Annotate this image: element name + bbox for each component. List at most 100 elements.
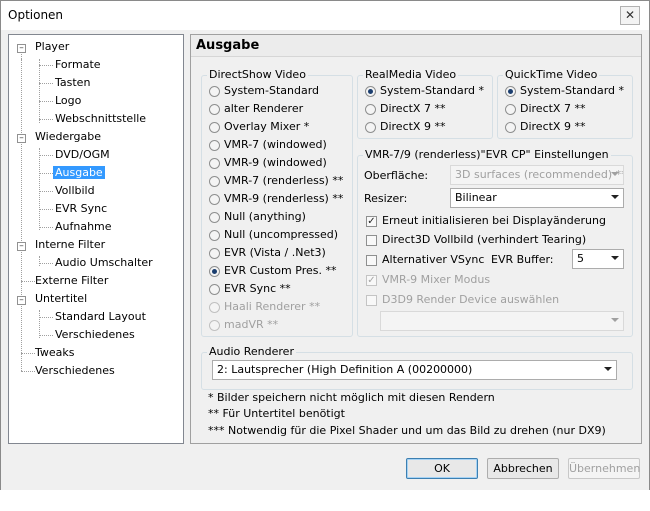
evr-buffer-dropdown[interactable]: 5 (572, 249, 624, 269)
tree-item-ausgabe[interactable]: Ausgabe (53, 165, 105, 182)
realmedia-radio-label: DirectX 7 ** (380, 102, 446, 115)
tree-item-label: Tasten (55, 76, 91, 89)
ok-button[interactable]: OK (406, 458, 478, 479)
check-icon (366, 295, 377, 306)
tree-item-dvd-ogm[interactable]: DVD/OGM (55, 147, 110, 164)
directshow-radio[interactable]: madVR ** (209, 317, 278, 334)
radio-dot-icon (209, 248, 220, 259)
tree-item-audio-umschalter[interactable]: Audio Umschalter (55, 255, 153, 272)
quicktime-radio[interactable]: DirectX 7 ** (505, 101, 585, 118)
group-label: VMR-7/9 (renderless)"EVR CP" Einstellung… (363, 148, 611, 161)
expand-untertitel-icon[interactable]: – (17, 296, 26, 305)
group-label: Audio Renderer (207, 345, 296, 358)
check-icon (366, 235, 377, 246)
chevron-down-icon (611, 172, 619, 176)
tree-item-tweaks[interactable]: Tweaks (35, 345, 75, 362)
directshow-radio-label: Overlay Mixer * (224, 120, 310, 133)
surface-dropdown[interactable]: 3D surfaces (recommended) ** (450, 165, 624, 185)
audio-renderer-value: 2: Lautsprecher (High Definition A (0020… (217, 363, 473, 376)
directshow-radio[interactable]: Null (anything) (209, 209, 306, 226)
quicktime-radio[interactable]: DirectX 9 ** (505, 119, 585, 136)
check-icon (366, 255, 377, 266)
realmedia-radio[interactable]: System-Standard * (365, 83, 484, 100)
directshow-radio[interactable]: Haali Renderer ** (209, 299, 320, 316)
alt-vsync-checkbox[interactable]: Alternativer VSync (366, 252, 484, 269)
directshow-radio[interactable]: Overlay Mixer * (209, 119, 309, 136)
radio-dot-icon (209, 266, 220, 277)
tree-item-label: Player (35, 40, 70, 53)
audio-renderer-dropdown[interactable]: 2: Lautsprecher (High Definition A (0020… (212, 360, 617, 380)
window-title: Optionen (8, 8, 64, 22)
close-button[interactable]: ✕ (620, 6, 640, 25)
cancel-button[interactable]: Abbrechen (487, 458, 559, 479)
realmedia-radio[interactable]: DirectX 9 ** (365, 119, 445, 136)
title-bar: Optionen ✕ (1, 1, 649, 30)
vmr9-mixer-label: VMR-9 Mixer Modus (382, 273, 491, 286)
directshow-radio-label: EVR Sync ** (224, 282, 291, 295)
tree-item-wiedergabe[interactable]: Wiedergabe (35, 129, 101, 146)
tree-item-logo[interactable]: Logo (55, 93, 81, 110)
surface-value: 3D surfaces (recommended) ** (455, 168, 624, 181)
directshow-radio[interactable]: VMR-7 (windowed) (209, 137, 327, 154)
directshow-radio[interactable]: VMR-9 (windowed) (209, 155, 327, 172)
quicktime-radio-label: System-Standard * (520, 84, 625, 97)
close-icon: ✕ (624, 8, 636, 22)
tree-item-label: Aufnahme (55, 220, 112, 233)
tree-item-vollbild[interactable]: Vollbild (55, 183, 95, 200)
tree-item-label: Logo (55, 94, 82, 107)
directshow-radio[interactable]: Null (uncompressed) (209, 227, 338, 244)
radio-dot-icon (209, 320, 220, 331)
footnote: * Bilder speichern nicht möglich mit die… (208, 391, 495, 404)
radio-dot-icon (365, 104, 376, 115)
directshow-radio-label: VMR-9 (windowed) (224, 156, 327, 169)
expand-wiedergabe-icon[interactable]: – (17, 134, 26, 143)
apply-button[interactable]: Übernehmen (568, 458, 640, 479)
tree-item-formate[interactable]: Formate (55, 57, 101, 74)
options-dialog: Optionen ✕ – Player Formate Tasten Logo … (0, 0, 650, 490)
directshow-radio[interactable]: EVR Custom Pres. ** (209, 263, 336, 280)
expand-player-icon[interactable]: – (17, 44, 26, 53)
quicktime-radio-label: DirectX 7 ** (520, 102, 586, 115)
radio-dot-icon (209, 158, 220, 169)
directshow-radio[interactable]: alter Renderer (209, 101, 303, 118)
tree-item-verschiedenes-sub[interactable]: Verschiedenes (55, 327, 135, 344)
d3d-fullscreen-checkbox[interactable]: Direct3D Vollbild (verhindert Tearing) (366, 232, 586, 249)
resizer-dropdown[interactable]: Bilinear (450, 188, 624, 208)
radio-dot-icon (505, 122, 516, 133)
tree-item-untertitel[interactable]: Untertitel (35, 291, 87, 308)
directshow-radio-label: System-Standard (224, 84, 320, 97)
d3d-fullscreen-label: Direct3D Vollbild (verhindert Tearing) (382, 233, 587, 246)
vmr9-mixer-checkbox[interactable]: ✓ VMR-9 Mixer Modus (366, 272, 490, 289)
tree-item-player[interactable]: Player (35, 39, 69, 56)
directshow-radio[interactable]: VMR-7 (renderless) ** (209, 173, 343, 190)
quicktime-radio[interactable]: System-Standard * (505, 83, 624, 100)
radio-dot-icon (209, 86, 220, 97)
tree-item-externe-filter[interactable]: Externe Filter (35, 273, 108, 290)
tree-item-verschiedenes[interactable]: Verschiedenes (35, 363, 115, 380)
tree-item-label: Tweaks (35, 346, 75, 359)
evr-buffer-label: EVR Buffer: (491, 253, 554, 266)
radio-dot-icon (209, 230, 220, 241)
directshow-radio[interactable]: EVR Sync ** (209, 281, 291, 298)
directshow-radio[interactable]: System-Standard (209, 83, 319, 100)
realmedia-radio-label: System-Standard * (380, 84, 485, 97)
group-label: QuickTime Video (503, 68, 600, 81)
chevron-down-icon (604, 367, 612, 371)
expand-interne-filter-icon[interactable]: – (17, 242, 26, 251)
tree-item-label: Webschnittstelle (55, 112, 147, 125)
radio-dot-icon (209, 122, 220, 133)
reinit-checkbox[interactable]: ✓ Erneut initialisieren bei Displayänderu… (366, 213, 606, 230)
tree-item-aufnahme[interactable]: Aufnahme (55, 219, 112, 236)
directshow-radio[interactable]: EVR (Vista / .Net3) (209, 245, 326, 262)
directshow-radio[interactable]: VMR-9 (renderless) ** (209, 191, 343, 208)
tree-item-webschnittstelle[interactable]: Webschnittstelle (55, 111, 146, 128)
tree-item-interne-filter[interactable]: Interne Filter (35, 237, 105, 254)
d3d9-device-dropdown[interactable] (380, 311, 624, 331)
tree-item-evr-sync[interactable]: EVR Sync (55, 201, 107, 218)
d3d9-device-checkbox[interactable]: D3D9 Render Device auswählen (366, 292, 559, 309)
tree-item-standard-layout[interactable]: Standard Layout (55, 309, 146, 326)
tree-item-label: Standard Layout (55, 310, 146, 323)
realmedia-radio[interactable]: DirectX 7 ** (365, 101, 445, 118)
tree-item-tasten[interactable]: Tasten (55, 75, 90, 92)
directshow-radio-label: VMR-7 (renderless) ** (224, 174, 344, 187)
